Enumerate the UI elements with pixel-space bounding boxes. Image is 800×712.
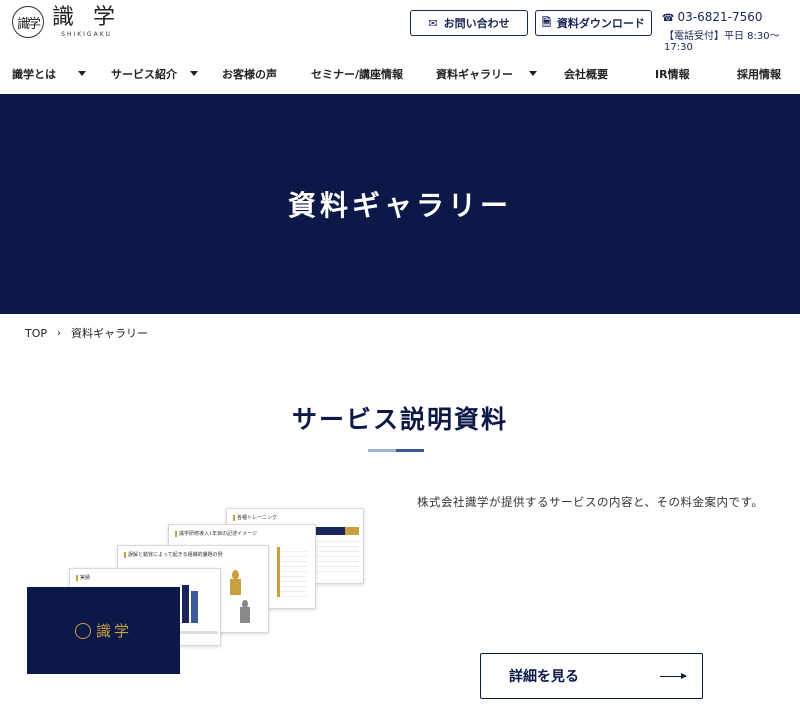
page-title: 資料ギャラリー: [287, 189, 512, 222]
nav-item-gallery[interactable]: 資料ギャラリー: [436, 54, 513, 94]
phone-number-text: 03-6821-7560: [677, 10, 763, 24]
nav-item-label: IR情報: [655, 68, 690, 81]
logo-seal-icon: 識学: [12, 6, 44, 38]
nav-item-services[interactable]: サービス紹介: [111, 54, 177, 94]
nav-item-label: 識学とは: [12, 68, 56, 81]
nav-item-ir[interactable]: IR情報: [655, 54, 690, 94]
slide-title: 実績: [76, 574, 90, 581]
slide-cover: 識学: [27, 587, 180, 674]
nav-item-label: 資料ギャラリー: [436, 68, 513, 81]
slide-table-highlight: [345, 527, 359, 535]
contact-button-label: お問い合わせ: [443, 17, 510, 30]
arrow-head-icon: [681, 673, 687, 679]
nav-item-seminars[interactable]: セミナー/講座情報: [311, 54, 403, 94]
view-details-label: 詳細を見る: [509, 669, 579, 685]
slide-title: 誤解と錯覚によって起きる組織的課題の例: [124, 551, 223, 558]
breadcrumb-current: 資料ギャラリー: [71, 327, 149, 340]
breadcrumb: TOP › 資料ギャラリー: [25, 325, 148, 341]
nav-item-label: サービス紹介: [111, 68, 177, 81]
phone-number[interactable]: ☎ 03-6821-7560: [662, 10, 762, 24]
logo-sub-text: SHIKIGAKU: [61, 31, 112, 38]
slide-table-body: [315, 537, 359, 573]
site-header: 識学 識 学 SHIKIGAKU ✉ お問い合わせ 🗎 資料ダウンロード ☎ 03…: [0, 0, 800, 54]
chevron-down-icon[interactable]: [529, 71, 537, 76]
person-body-icon: [240, 607, 250, 623]
slide-footer: [178, 631, 218, 634]
nav-item-label: セミナー/講座情報: [311, 68, 404, 81]
nav-item-label: 会社概要: [564, 68, 608, 81]
slide-title: 各種トレーニング: [233, 514, 277, 521]
phone-hours: 【電話受付】平日 8:30〜17:30: [664, 31, 780, 53]
breadcrumb-separator-icon: ›: [57, 327, 62, 339]
section-description: 株式会社識学が提供するサービスの内容と、その料金案内です。: [417, 495, 764, 509]
download-button-label: 資料ダウンロード: [556, 17, 645, 30]
section-title: サービス説明資料: [291, 405, 508, 434]
breadcrumb-home[interactable]: TOP: [25, 327, 47, 340]
nav-item-about[interactable]: 識学とは: [12, 54, 56, 94]
cover-title: 識学: [95, 622, 132, 640]
person-body-icon: [230, 579, 241, 595]
hero-banner: 資料ギャラリー: [0, 94, 800, 314]
slide-title: 識学研修導入1年目の記述イメージ: [175, 530, 257, 537]
nav-item-recruit[interactable]: 採用情報: [737, 54, 781, 94]
cover-seal-icon: [74, 622, 91, 639]
site-logo[interactable]: 識学 識 学 SHIKIGAKU: [12, 6, 121, 38]
nav-item-label: 採用情報: [737, 68, 781, 81]
slide-bar: [182, 585, 189, 623]
document-icon: 🗎: [542, 15, 551, 29]
phone-icon: ☎: [662, 13, 675, 24]
nav-item-label: お客様の声: [222, 68, 277, 81]
nav-item-company[interactable]: 会社概要: [564, 54, 608, 94]
download-button[interactable]: 🗎 資料ダウンロード: [535, 10, 652, 36]
slide-bar: [191, 591, 198, 623]
main-nav: 識学とは サービス紹介 お客様の声 セミナー/講座情報 資料ギャラリー 会社概要…: [0, 54, 800, 94]
nav-item-voices[interactable]: お客様の声: [222, 54, 277, 94]
mail-icon: ✉: [428, 16, 438, 30]
view-details-button[interactable]: 詳細を見る: [480, 653, 703, 699]
logo-wordmark: 識 学 SHIKIGAKU: [52, 5, 121, 39]
slide-list: [277, 547, 307, 597]
title-underline-dark: [396, 449, 424, 452]
chevron-down-icon[interactable]: [78, 71, 86, 76]
title-underline-light: [368, 449, 396, 452]
logo-main-text: 識 学: [52, 5, 121, 30]
chevron-down-icon[interactable]: [190, 71, 198, 76]
contact-button[interactable]: ✉ お問い合わせ: [410, 10, 528, 36]
